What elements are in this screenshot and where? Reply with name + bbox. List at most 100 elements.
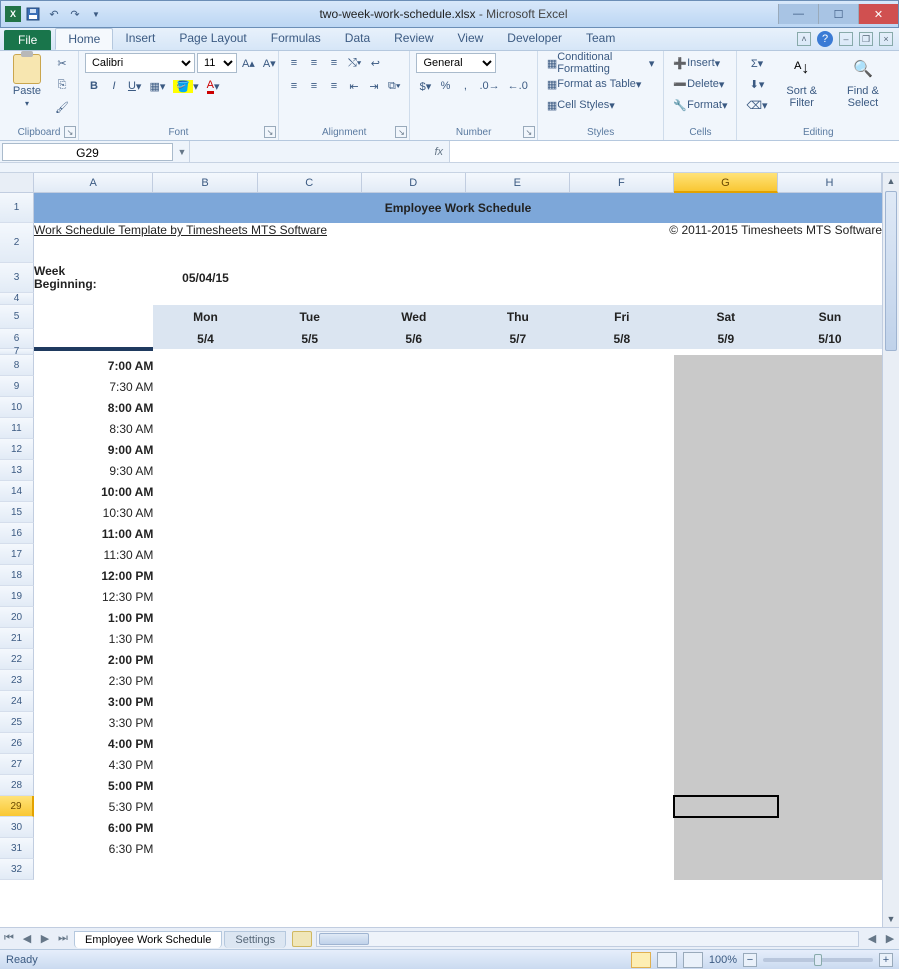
cell-B21[interactable] (153, 628, 257, 649)
align-left-button[interactable]: ≡ (285, 76, 303, 96)
align-center-button[interactable]: ≡ (305, 76, 323, 96)
column-header-B[interactable]: B (153, 173, 257, 193)
cell-C13[interactable] (258, 460, 362, 481)
cell-F16[interactable] (570, 523, 674, 544)
cell-E15[interactable] (466, 502, 570, 523)
template-link[interactable]: Work Schedule Template by Timesheets MTS… (34, 223, 362, 263)
cell-F31[interactable] (570, 838, 674, 859)
zoom-slider-knob[interactable] (814, 954, 822, 966)
cell-E31[interactable] (466, 838, 570, 859)
cell-F32[interactable] (570, 859, 674, 880)
number-launcher-icon[interactable]: ↘ (523, 126, 535, 138)
cell-E14[interactable] (466, 481, 570, 502)
cell-H10[interactable] (778, 397, 882, 418)
cell-D31[interactable] (362, 838, 466, 859)
decrease-decimal-button[interactable]: ←.0 (505, 76, 531, 96)
file-tab[interactable]: File (4, 30, 51, 50)
cell-C27[interactable] (258, 754, 362, 775)
row-header-24[interactable]: 24 (0, 691, 34, 712)
cell-H4[interactable] (778, 293, 882, 305)
cell-E29[interactable] (466, 796, 570, 817)
align-top-button[interactable]: ≡ (285, 53, 303, 73)
cell-F10[interactable] (570, 397, 674, 418)
cell-F20[interactable] (570, 607, 674, 628)
row-header-32[interactable]: 32 (0, 859, 34, 880)
row-header-8[interactable]: 8 (0, 355, 34, 376)
qat-customize-icon[interactable]: ▼ (87, 5, 105, 23)
horizontal-scrollbar[interactable] (316, 931, 859, 947)
row-header-11[interactable]: 11 (0, 418, 34, 439)
cell-B32[interactable] (153, 859, 257, 880)
cell-F29[interactable] (570, 796, 674, 817)
doc-restore-icon[interactable]: ❐ (859, 32, 873, 46)
cell-F27[interactable] (570, 754, 674, 775)
cell-H3[interactable] (778, 263, 882, 293)
cell-D11[interactable] (362, 418, 466, 439)
cell-H27[interactable] (778, 754, 882, 775)
qat-save-icon[interactable] (24, 5, 42, 23)
window-minimize-button[interactable]: — (778, 4, 818, 24)
font-name-combo[interactable]: Calibri (85, 53, 195, 73)
cell-D19[interactable] (362, 586, 466, 607)
sheet-nav-prev-icon[interactable]: ◀ (18, 932, 36, 945)
column-header-A[interactable]: A (34, 173, 153, 193)
cell-B20[interactable] (153, 607, 257, 628)
cell-F19[interactable] (570, 586, 674, 607)
vertical-scrollbar[interactable]: ▲ ▼ (882, 173, 899, 927)
cell-C9[interactable] (258, 376, 362, 397)
cell-H24[interactable] (778, 691, 882, 712)
cell-F11[interactable] (570, 418, 674, 439)
cell-E8[interactable] (466, 355, 570, 376)
cell-C23[interactable] (258, 670, 362, 691)
cell-D3[interactable] (362, 263, 466, 293)
cell-D18[interactable] (362, 565, 466, 586)
underline-button[interactable]: U▾ (125, 76, 144, 96)
cell-G9[interactable] (674, 376, 778, 397)
cell-G28[interactable] (674, 775, 778, 796)
cell-styles-button[interactable]: ▦ Cell Styles ▾ (544, 95, 618, 115)
cell-G29[interactable] (674, 796, 778, 817)
cell-E12[interactable] (466, 439, 570, 460)
sheet-tab-settings[interactable]: Settings (224, 931, 286, 948)
cell-B23[interactable] (153, 670, 257, 691)
cell-B24[interactable] (153, 691, 257, 712)
vertical-scroll-thumb[interactable] (885, 191, 897, 351)
cell-G15[interactable] (674, 502, 778, 523)
cell-C22[interactable] (258, 649, 362, 670)
cell-G22[interactable] (674, 649, 778, 670)
cell-F15[interactable] (570, 502, 674, 523)
cell-H13[interactable] (778, 460, 882, 481)
fill-button[interactable]: ⬇▾ (743, 74, 770, 94)
sheet-nav-first-icon[interactable]: ⏮ (0, 932, 18, 945)
cell-C31[interactable] (258, 838, 362, 859)
cell-H16[interactable] (778, 523, 882, 544)
row-header-15[interactable]: 15 (0, 502, 34, 523)
cell-E22[interactable] (466, 649, 570, 670)
cell-D26[interactable] (362, 733, 466, 754)
cell-E13[interactable] (466, 460, 570, 481)
select-all-button[interactable] (0, 173, 34, 193)
cell-D21[interactable] (362, 628, 466, 649)
new-sheet-button[interactable] (292, 931, 312, 947)
accounting-format-button[interactable]: $▾ (416, 76, 434, 96)
clipboard-launcher-icon[interactable]: ↘ (64, 126, 76, 138)
row-header-23[interactable]: 23 (0, 670, 34, 691)
cell-E19[interactable] (466, 586, 570, 607)
cell-H12[interactable] (778, 439, 882, 460)
doc-minimize-icon[interactable]: – (839, 32, 853, 46)
cell-B27[interactable] (153, 754, 257, 775)
row-header-14[interactable]: 14 (0, 481, 34, 502)
row-header-9[interactable]: 9 (0, 376, 34, 397)
scroll-right-icon[interactable]: ▶ (881, 932, 899, 945)
autosum-button[interactable]: Σ▾ (743, 53, 770, 73)
cell-B16[interactable] (153, 523, 257, 544)
cell-D23[interactable] (362, 670, 466, 691)
cell-C15[interactable] (258, 502, 362, 523)
cell-F17[interactable] (570, 544, 674, 565)
tab-page-layout[interactable]: Page Layout (167, 28, 258, 50)
scroll-down-icon[interactable]: ▼ (883, 911, 899, 927)
cell-G11[interactable] (674, 418, 778, 439)
column-header-G[interactable]: G (674, 173, 778, 193)
tab-developer[interactable]: Developer (495, 28, 574, 50)
cell-H28[interactable] (778, 775, 882, 796)
